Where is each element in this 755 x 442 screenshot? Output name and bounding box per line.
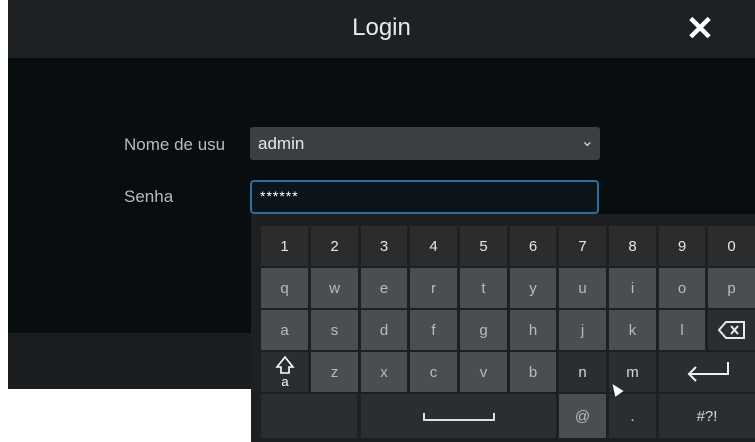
username-value: admin — [258, 134, 305, 153]
key-l[interactable]: l — [659, 310, 705, 350]
shift-key[interactable]: a — [261, 352, 308, 392]
dialog-title: Login — [352, 14, 411, 41]
password-label: Senha — [124, 187, 174, 206]
key-y[interactable]: y — [510, 268, 556, 308]
blank-key[interactable] — [261, 394, 357, 438]
virtual-keyboard: 1 2 3 4 5 6 7 8 9 0 q w e r t y u i o p … — [251, 214, 755, 442]
key-w[interactable]: w — [311, 268, 358, 308]
key-q[interactable]: q — [261, 268, 308, 308]
enter-icon — [687, 362, 729, 382]
key-e[interactable]: e — [361, 268, 407, 308]
key-v[interactable]: v — [460, 352, 507, 392]
key-r[interactable]: r — [410, 268, 457, 308]
key-h[interactable]: h — [510, 310, 556, 350]
backspace-icon — [717, 321, 745, 339]
key-3[interactable]: 3 — [361, 226, 407, 266]
key-4[interactable]: 4 — [410, 226, 457, 266]
key-n[interactable]: n — [559, 352, 606, 392]
key-2[interactable]: 2 — [311, 226, 358, 266]
key-i[interactable]: i — [609, 268, 656, 308]
password-field[interactable]: ****** — [250, 180, 599, 214]
username-label: Nome de usu — [124, 135, 226, 154]
key-0[interactable]: 0 — [708, 226, 755, 266]
key-at[interactable]: @ — [559, 394, 606, 438]
space-key[interactable] — [361, 394, 556, 438]
symbols-key[interactable]: #?! — [659, 394, 755, 438]
key-g[interactable]: g — [460, 310, 507, 350]
backspace-key[interactable] — [708, 310, 755, 350]
key-5[interactable]: 5 — [460, 226, 507, 266]
key-6[interactable]: 6 — [510, 226, 556, 266]
key-o[interactable]: o — [659, 268, 705, 308]
key-k[interactable]: k — [609, 310, 656, 350]
key-f[interactable]: f — [410, 310, 457, 350]
enter-key[interactable] — [659, 352, 755, 392]
key-s[interactable]: s — [311, 310, 358, 350]
key-j[interactable]: j — [559, 310, 606, 350]
key-1[interactable]: 1 — [261, 226, 308, 266]
key-t[interactable]: t — [460, 268, 507, 308]
password-value: ****** — [260, 188, 299, 204]
key-9[interactable]: 9 — [659, 226, 705, 266]
key-p[interactable]: p — [708, 268, 755, 308]
key-c[interactable]: c — [410, 352, 457, 392]
key-d[interactable]: d — [361, 310, 407, 350]
close-icon[interactable]: ✕ — [684, 12, 716, 46]
chevron-down-icon: ⌄ — [580, 133, 594, 150]
title-bar: Login ✕ — [8, 0, 755, 58]
space-icon — [422, 413, 495, 421]
key-a[interactable]: a — [261, 310, 308, 350]
key-u[interactable]: u — [559, 268, 606, 308]
key-z[interactable]: z — [311, 352, 358, 392]
username-select[interactable]: admin ⌄ — [250, 127, 600, 160]
key-8[interactable]: 8 — [609, 226, 656, 266]
svg-text:a: a — [281, 374, 289, 389]
key-7[interactable]: 7 — [559, 226, 606, 266]
key-b[interactable]: b — [510, 352, 556, 392]
shift-icon: a — [274, 355, 295, 389]
key-dot[interactable]: . — [609, 394, 656, 438]
key-x[interactable]: x — [361, 352, 407, 392]
